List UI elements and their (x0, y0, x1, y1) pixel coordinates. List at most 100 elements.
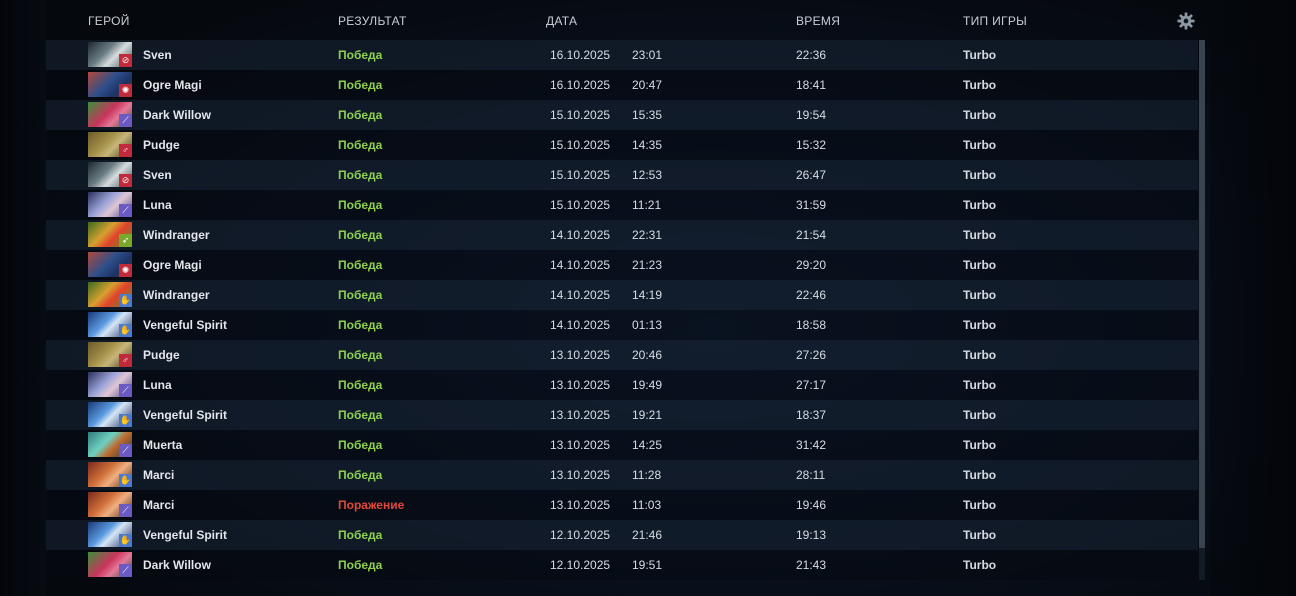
hero-portrait: ⊘ (88, 162, 132, 187)
arrow-icon: ➶ (119, 234, 132, 247)
match-row[interactable]: ⟋ Dark Willow Победа 15.10.2025 15:35 19:54 Tu… (46, 100, 1198, 130)
hero-portrait: ⟋ (88, 552, 132, 577)
match-row[interactable]: ➶ Windranger Победа 14.10.2025 22:31 21:54 Tur… (46, 220, 1198, 250)
hero-name: Windranger (143, 288, 210, 302)
header-duration[interactable]: Время (796, 14, 840, 28)
game-type: Turbo (963, 378, 997, 392)
match-time: 19:49 (632, 378, 663, 392)
match-result: Победа (338, 438, 383, 452)
hero-name: Sven (143, 48, 172, 62)
match-row[interactable]: ✋ Vengeful Spirit Победа 12.10.2025 21:46 19:… (46, 520, 1198, 550)
match-history-table: ⊘ Sven Победа 16.10.2025 23:01 22:36 Turbo ✺ Ogr… (46, 40, 1198, 580)
hero-portrait: ✋ (88, 402, 132, 427)
match-date: 13.10.2025 (550, 438, 611, 452)
game-type: Turbo (963, 48, 997, 62)
match-duration: 22:36 (796, 48, 827, 62)
match-duration: 19:13 (796, 528, 827, 542)
match-row[interactable]: ✺ Ogre Magi Победа 14.10.2025 21:23 29:20 Turb… (46, 250, 1198, 280)
support-icon: ✺ (119, 264, 132, 277)
hero-name: Luna (143, 198, 172, 212)
hand-icon: ✋ (119, 534, 132, 547)
hero-portrait: ✋ (88, 282, 132, 307)
match-date: 15.10.2025 (550, 108, 611, 122)
match-time: 19:21 (632, 408, 663, 422)
match-duration: 28:11 (796, 468, 826, 482)
game-type: Turbo (963, 78, 997, 92)
match-date: 12.10.2025 (550, 558, 611, 572)
gear-icon[interactable] (1177, 12, 1195, 30)
match-time: 01:13 (632, 318, 663, 332)
match-time: 21:23 (632, 258, 663, 272)
sword-icon: ⟋ (119, 384, 132, 397)
offlane-icon: ♂ (119, 144, 132, 157)
game-type: Turbo (963, 258, 997, 272)
header-hero[interactable]: Герой (88, 14, 130, 28)
knife-icon: ⟋ (119, 504, 132, 517)
support-icon: ✺ (119, 84, 132, 97)
match-time: 14:25 (632, 438, 663, 452)
match-time: 20:47 (632, 78, 663, 92)
game-type: Turbo (963, 138, 997, 152)
match-row[interactable]: ⟋ Luna Победа 15.10.2025 11:21 31:59 Turbo (46, 190, 1198, 220)
header-date[interactable]: Дата (546, 14, 577, 28)
right-edge-shade (1210, 0, 1296, 596)
knife-icon: ⟋ (119, 444, 132, 457)
hero-name: Marci (143, 468, 175, 482)
match-row[interactable]: ✋ Windranger Победа 14.10.2025 14:19 22:46 Tur… (46, 280, 1198, 310)
carry-icon: ⊘ (119, 174, 132, 187)
hero-portrait: ➶ (88, 222, 132, 247)
match-date: 14.10.2025 (550, 288, 611, 302)
hero-portrait: ♂ (88, 342, 132, 367)
match-date: 15.10.2025 (550, 138, 611, 152)
match-row[interactable]: ⟋ Muerta Победа 13.10.2025 14:25 31:42 Turbo (46, 430, 1198, 460)
hero-name: Luna (143, 378, 172, 392)
match-time: 14:19 (632, 288, 663, 302)
match-row[interactable]: ⟋ Dark Willow Победа 12.10.2025 19:51 21:43 Tu… (46, 550, 1198, 580)
match-duration: 19:46 (796, 498, 827, 512)
match-duration: 18:37 (796, 408, 827, 422)
match-row[interactable]: ♂ Pudge Победа 13.10.2025 20:46 27:26 Turbo (46, 340, 1198, 370)
scrollbar-thumb[interactable] (1199, 40, 1205, 548)
header-game-type[interactable]: Тип игры (963, 14, 1027, 28)
match-time: 23:01 (632, 48, 663, 62)
match-row[interactable]: ⊘ Sven Победа 15.10.2025 12:53 26:47 Turbo (46, 160, 1198, 190)
hero-name: Vengeful Spirit (143, 528, 228, 542)
game-type: Turbo (963, 108, 997, 122)
match-result: Победа (338, 48, 383, 62)
match-row[interactable]: ✋ Marci Победа 13.10.2025 11:28 28:11 Turbo (46, 460, 1198, 490)
game-type: Turbo (963, 198, 997, 212)
match-row[interactable]: ⟋ Marci Поражение 13.10.2025 11:03 19:46 Turbo (46, 490, 1198, 520)
match-duration: 18:41 (796, 78, 827, 92)
header-result[interactable]: Результат (338, 14, 407, 28)
match-date: 14.10.2025 (550, 318, 611, 332)
match-duration: 21:43 (796, 558, 827, 572)
match-row[interactable]: ♂ Pudge Победа 15.10.2025 14:35 15:32 Turbo (46, 130, 1198, 160)
match-date: 16.10.2025 (550, 78, 611, 92)
match-row[interactable]: ✋ Vengeful Spirit Победа 13.10.2025 19:21 18:… (46, 400, 1198, 430)
match-result: Победа (338, 138, 383, 152)
game-type: Turbo (963, 228, 997, 242)
match-result: Победа (338, 168, 383, 182)
hero-name: Ogre Magi (143, 78, 202, 92)
match-time: 21:46 (632, 528, 663, 542)
match-row[interactable]: ✋ Vengeful Spirit Победа 14.10.2025 01:13 18:… (46, 310, 1198, 340)
match-row[interactable]: ⊘ Sven Победа 16.10.2025 23:01 22:36 Turbo (46, 40, 1198, 70)
game-type: Turbo (963, 318, 997, 332)
hero-portrait: ✋ (88, 522, 132, 547)
game-type: Turbo (963, 468, 997, 482)
hero-name: Ogre Magi (143, 258, 202, 272)
hero-portrait: ⟋ (88, 372, 132, 397)
match-result: Победа (338, 348, 383, 362)
match-date: 13.10.2025 (550, 348, 611, 362)
match-result: Победа (338, 258, 383, 272)
match-row[interactable]: ⟋ Luna Победа 13.10.2025 19:49 27:17 Turbo (46, 370, 1198, 400)
hero-portrait: ⟋ (88, 102, 132, 127)
match-duration: 27:26 (796, 348, 827, 362)
match-duration: 27:17 (796, 378, 827, 392)
match-result: Победа (338, 228, 383, 242)
left-edge-shade (0, 0, 46, 596)
match-duration: 19:54 (796, 108, 827, 122)
match-result: Победа (338, 558, 383, 572)
match-result: Победа (338, 408, 383, 422)
match-row[interactable]: ✺ Ogre Magi Победа 16.10.2025 20:47 18:41 Turb… (46, 70, 1198, 100)
